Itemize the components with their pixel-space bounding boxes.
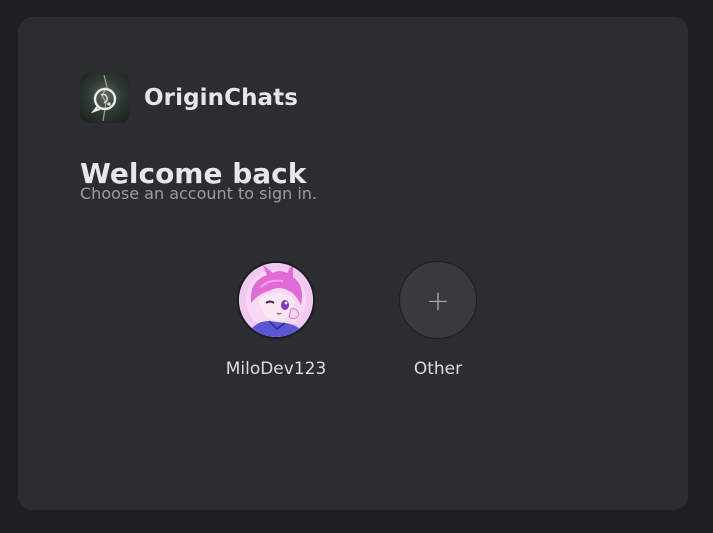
account-option-milodev123[interactable]: MiloDev123 — [216, 261, 336, 379]
account-list: MiloDev123 + Other — [18, 261, 688, 391]
other-account-label: Other — [413, 359, 463, 379]
sign-in-card: OriginChats Welcome back Choose an accou… — [18, 17, 688, 510]
origin-chats-logo — [80, 73, 130, 123]
add-account-button[interactable]: + — [399, 261, 477, 339]
avatar-ring — [237, 261, 315, 339]
app-name: OriginChats — [144, 85, 299, 111]
account-username: MiloDev123 — [225, 359, 327, 379]
user-avatar — [239, 263, 313, 337]
account-option-other[interactable]: + Other — [378, 261, 498, 379]
plus-icon: + — [426, 283, 450, 317]
page-subtitle: Choose an account to sign in. — [80, 184, 317, 203]
brand-header: OriginChats — [80, 73, 298, 123]
